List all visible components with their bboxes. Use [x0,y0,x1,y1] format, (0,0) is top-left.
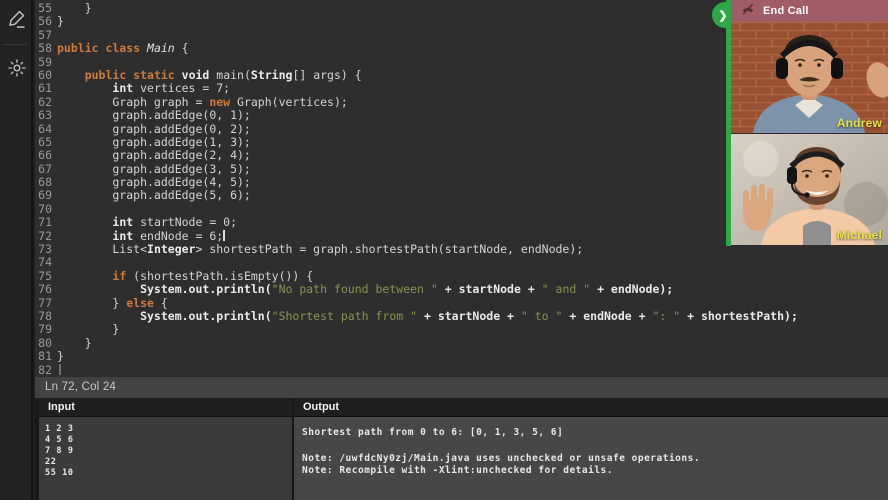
line-number: 80 [38,335,52,350]
io-text-line: Note: /uwfdcNy0zj/Main.java uses uncheck… [302,452,701,464]
line-number: 69 [38,188,52,203]
video-call-panel: ❯ End Call Andrew Michael [712,0,888,246]
brightness-toggle-button[interactable] [0,53,33,87]
io-text-line: 1 2 3 [45,424,74,434]
io-text-line: 55 10 [45,468,74,478]
code-line[interactable]: 77 } else { [35,295,888,310]
io-text-line: Shortest path from 0 to 6: [0, 1, 3, 5, … [302,427,564,438]
line-number: 56 [38,14,52,29]
output-panel-header: Output [294,398,888,417]
line-number: 81 [38,349,52,364]
participant-name: Michael [836,228,882,242]
line-number: 59 [38,54,52,69]
line-number: 79 [38,322,52,337]
code-line[interactable]: 79 } [35,322,888,337]
code-line[interactable]: 78 System.out.println("Shortest path fro… [35,308,888,323]
tool-sidebar [0,0,33,500]
end-call-button[interactable]: End Call [731,0,888,22]
participant-name: Andrew [836,116,882,130]
video-tile-andrew[interactable]: Andrew [731,22,888,133]
collab-code-app: 55 } 56} 57 58 public class Main {59 60 publi… [0,0,888,500]
line-number: 74 [38,255,52,270]
line-number: 75 [38,268,52,283]
line-number: 70 [38,201,52,216]
line-number: 60 [38,67,52,82]
line-number: 61 [38,81,52,96]
code-line[interactable]: 82 [35,362,888,377]
line-number: 63 [38,108,52,123]
pencil-icon [7,9,26,33]
line-number: 55 [38,1,52,15]
line-number: 65 [38,134,52,149]
output-panel: Output Shortest path from 0 to 6: [0, 1,… [294,398,888,500]
video-tile-michael[interactable]: Michael [731,134,888,245]
line-number: 57 [38,27,52,42]
sidebar-divider [4,44,27,45]
end-call-label: End Call [763,5,809,17]
io-text-line [302,440,888,453]
end-call-icon [741,2,755,21]
io-text-line: Note: Recompile with -Xlint:unchecked fo… [302,465,613,477]
brightness-icon [7,58,26,82]
line-number: 66 [38,148,52,163]
line-number: 68 [38,175,52,190]
line-number: 76 [38,282,52,297]
input-panel: Input 1 2 34 5 67 8 9 22 55 10 [39,398,292,500]
io-section: Input 1 2 34 5 67 8 9 22 55 10 Output Shor… [35,398,888,500]
line-number: 71 [38,215,52,230]
text-cursor [223,229,226,241]
io-text-line: 7 8 9 [45,446,74,456]
code-line[interactable]: 76 System.out.println("No path found bet… [35,282,888,297]
io-text-line: 4 5 6 [45,435,74,445]
input-area[interactable]: 1 2 34 5 67 8 9 22 55 10 [39,417,292,500]
line-number: 58 [38,41,52,56]
output-area: Shortest path from 0 to 6: [0, 1, 3, 5, … [294,417,888,500]
code-line[interactable]: 81} [35,349,888,364]
line-number: 78 [38,308,52,323]
line-number: 62 [38,94,52,109]
edit-tool-button[interactable] [0,4,33,38]
io-text-line: 22 [45,457,57,467]
line-number: 64 [38,121,52,136]
code-line[interactable]: 75 if (shortestPath.isEmpty()) { [35,268,888,283]
remote-cursor [59,363,61,375]
code-line[interactable]: 80 } [35,335,888,350]
editor-status-bar: Ln 72, Col 24 [35,377,888,398]
line-number: 73 [38,242,52,257]
line-number: 77 [38,295,52,310]
line-number: 67 [38,161,52,176]
cursor-position-label: Ln 72, Col 24 [45,381,117,393]
code-line[interactable]: 74 [35,255,888,270]
line-number: 72 [38,228,52,243]
input-panel-header: Input [39,398,292,417]
line-number: 82 [38,362,52,377]
